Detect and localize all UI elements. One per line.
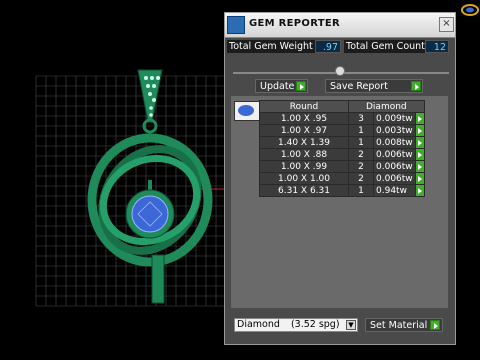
set-material-button[interactable]: Set Material [365, 318, 443, 332]
gem-count: 1 [348, 124, 374, 137]
gem-size: 1.00 X .95 [259, 112, 349, 125]
gem-weight: 0.003tw [373, 124, 416, 137]
table-row: 1.00 X 1.00 2 0.006tw [259, 172, 425, 185]
table-row: 1.40 X 1.39 1 0.008tw [259, 136, 425, 149]
gem-count: 1 [348, 136, 374, 149]
gem-reporter-app-icon [227, 16, 245, 34]
gem-weight: 0.94tw [373, 184, 416, 197]
table-row: 1.00 X .97 1 0.003tw [259, 124, 425, 137]
gem-count: 1 [348, 184, 374, 197]
material-select[interactable]: Diamond (3.52 spg) ▼ [234, 318, 358, 332]
title-bar[interactable]: GEM REPORTER × [225, 13, 455, 38]
total-gem-count-value: 12 [425, 40, 449, 53]
gem-size: 1.40 X 1.39 [259, 136, 349, 149]
row-arrow-icon[interactable] [414, 172, 425, 185]
row-arrow-icon[interactable] [414, 136, 425, 149]
chevron-down-icon[interactable]: ▼ [346, 320, 356, 330]
gem-size: 6.31 X 6.31 [259, 184, 349, 197]
round-gem-icon[interactable] [234, 101, 260, 121]
window-title: GEM REPORTER [249, 18, 341, 29]
row-arrow-icon[interactable] [414, 184, 425, 197]
update-button[interactable]: Update [255, 79, 308, 93]
table-row: 1.00 X .99 2 0.006tw [259, 160, 425, 173]
gem-size: 1.00 X 1.00 [259, 172, 349, 185]
pendant-model [87, 69, 213, 304]
close-icon[interactable]: × [439, 17, 454, 32]
gem-weight: 0.009tw [373, 112, 416, 125]
gem-count: 2 [348, 172, 374, 185]
gem-size: 1.00 X .97 [259, 124, 349, 137]
table-row: 1.00 X .95 3 0.009tw [259, 112, 425, 125]
row-arrow-icon[interactable] [414, 112, 425, 125]
set-material-go-icon[interactable] [430, 320, 440, 330]
total-gem-count-label: Total Gem Count [344, 40, 428, 53]
gem-size: 1.00 X .88 [259, 148, 349, 161]
gem-count: 2 [348, 160, 374, 173]
gem-count: 2 [348, 148, 374, 161]
row-arrow-icon[interactable] [414, 160, 425, 173]
row-arrow-icon[interactable] [414, 148, 425, 161]
gem-count: 3 [348, 112, 374, 125]
table-row: 1.00 X .88 2 0.006tw [259, 148, 425, 161]
gem-weight: 0.006tw [373, 172, 416, 185]
total-gem-weight-value: .97 [315, 40, 341, 53]
gem-table-area: Round Diamond 1.00 X .95 3 0.009tw 1.00 … [231, 96, 448, 308]
set-material-button-label: Set Material [370, 320, 428, 331]
row-arrow-icon[interactable] [414, 124, 425, 137]
gem-weight: 0.008tw [373, 136, 416, 149]
update-go-icon[interactable] [296, 81, 306, 91]
material-column-header: Diamond [348, 100, 425, 113]
save-report-button[interactable]: Save Report [325, 79, 423, 93]
total-gem-weight-label: Total Gem Weight [227, 40, 317, 53]
material-select-value: Diamond [237, 319, 280, 330]
gem-weight: 0.006tw [373, 160, 416, 173]
app-corner-icon[interactable] [461, 3, 479, 17]
save-report-go-icon[interactable] [411, 81, 421, 91]
update-button-label: Update [260, 81, 295, 92]
gem-size: 1.00 X .99 [259, 160, 349, 173]
save-report-button-label: Save Report [330, 81, 388, 92]
gem-reporter-window: GEM REPORTER × Total Gem Weight .97 Tota… [224, 12, 456, 345]
material-select-spg: (3.52 spg) [290, 319, 340, 330]
gem-table: Round Diamond 1.00 X .95 3 0.009tw 1.00 … [259, 100, 425, 197]
gem-weight: 0.006tw [373, 148, 416, 161]
shape-column-header: Round [259, 100, 349, 113]
slider-handle[interactable] [335, 66, 345, 76]
table-row: 6.31 X 6.31 1 0.94tw [259, 184, 425, 197]
